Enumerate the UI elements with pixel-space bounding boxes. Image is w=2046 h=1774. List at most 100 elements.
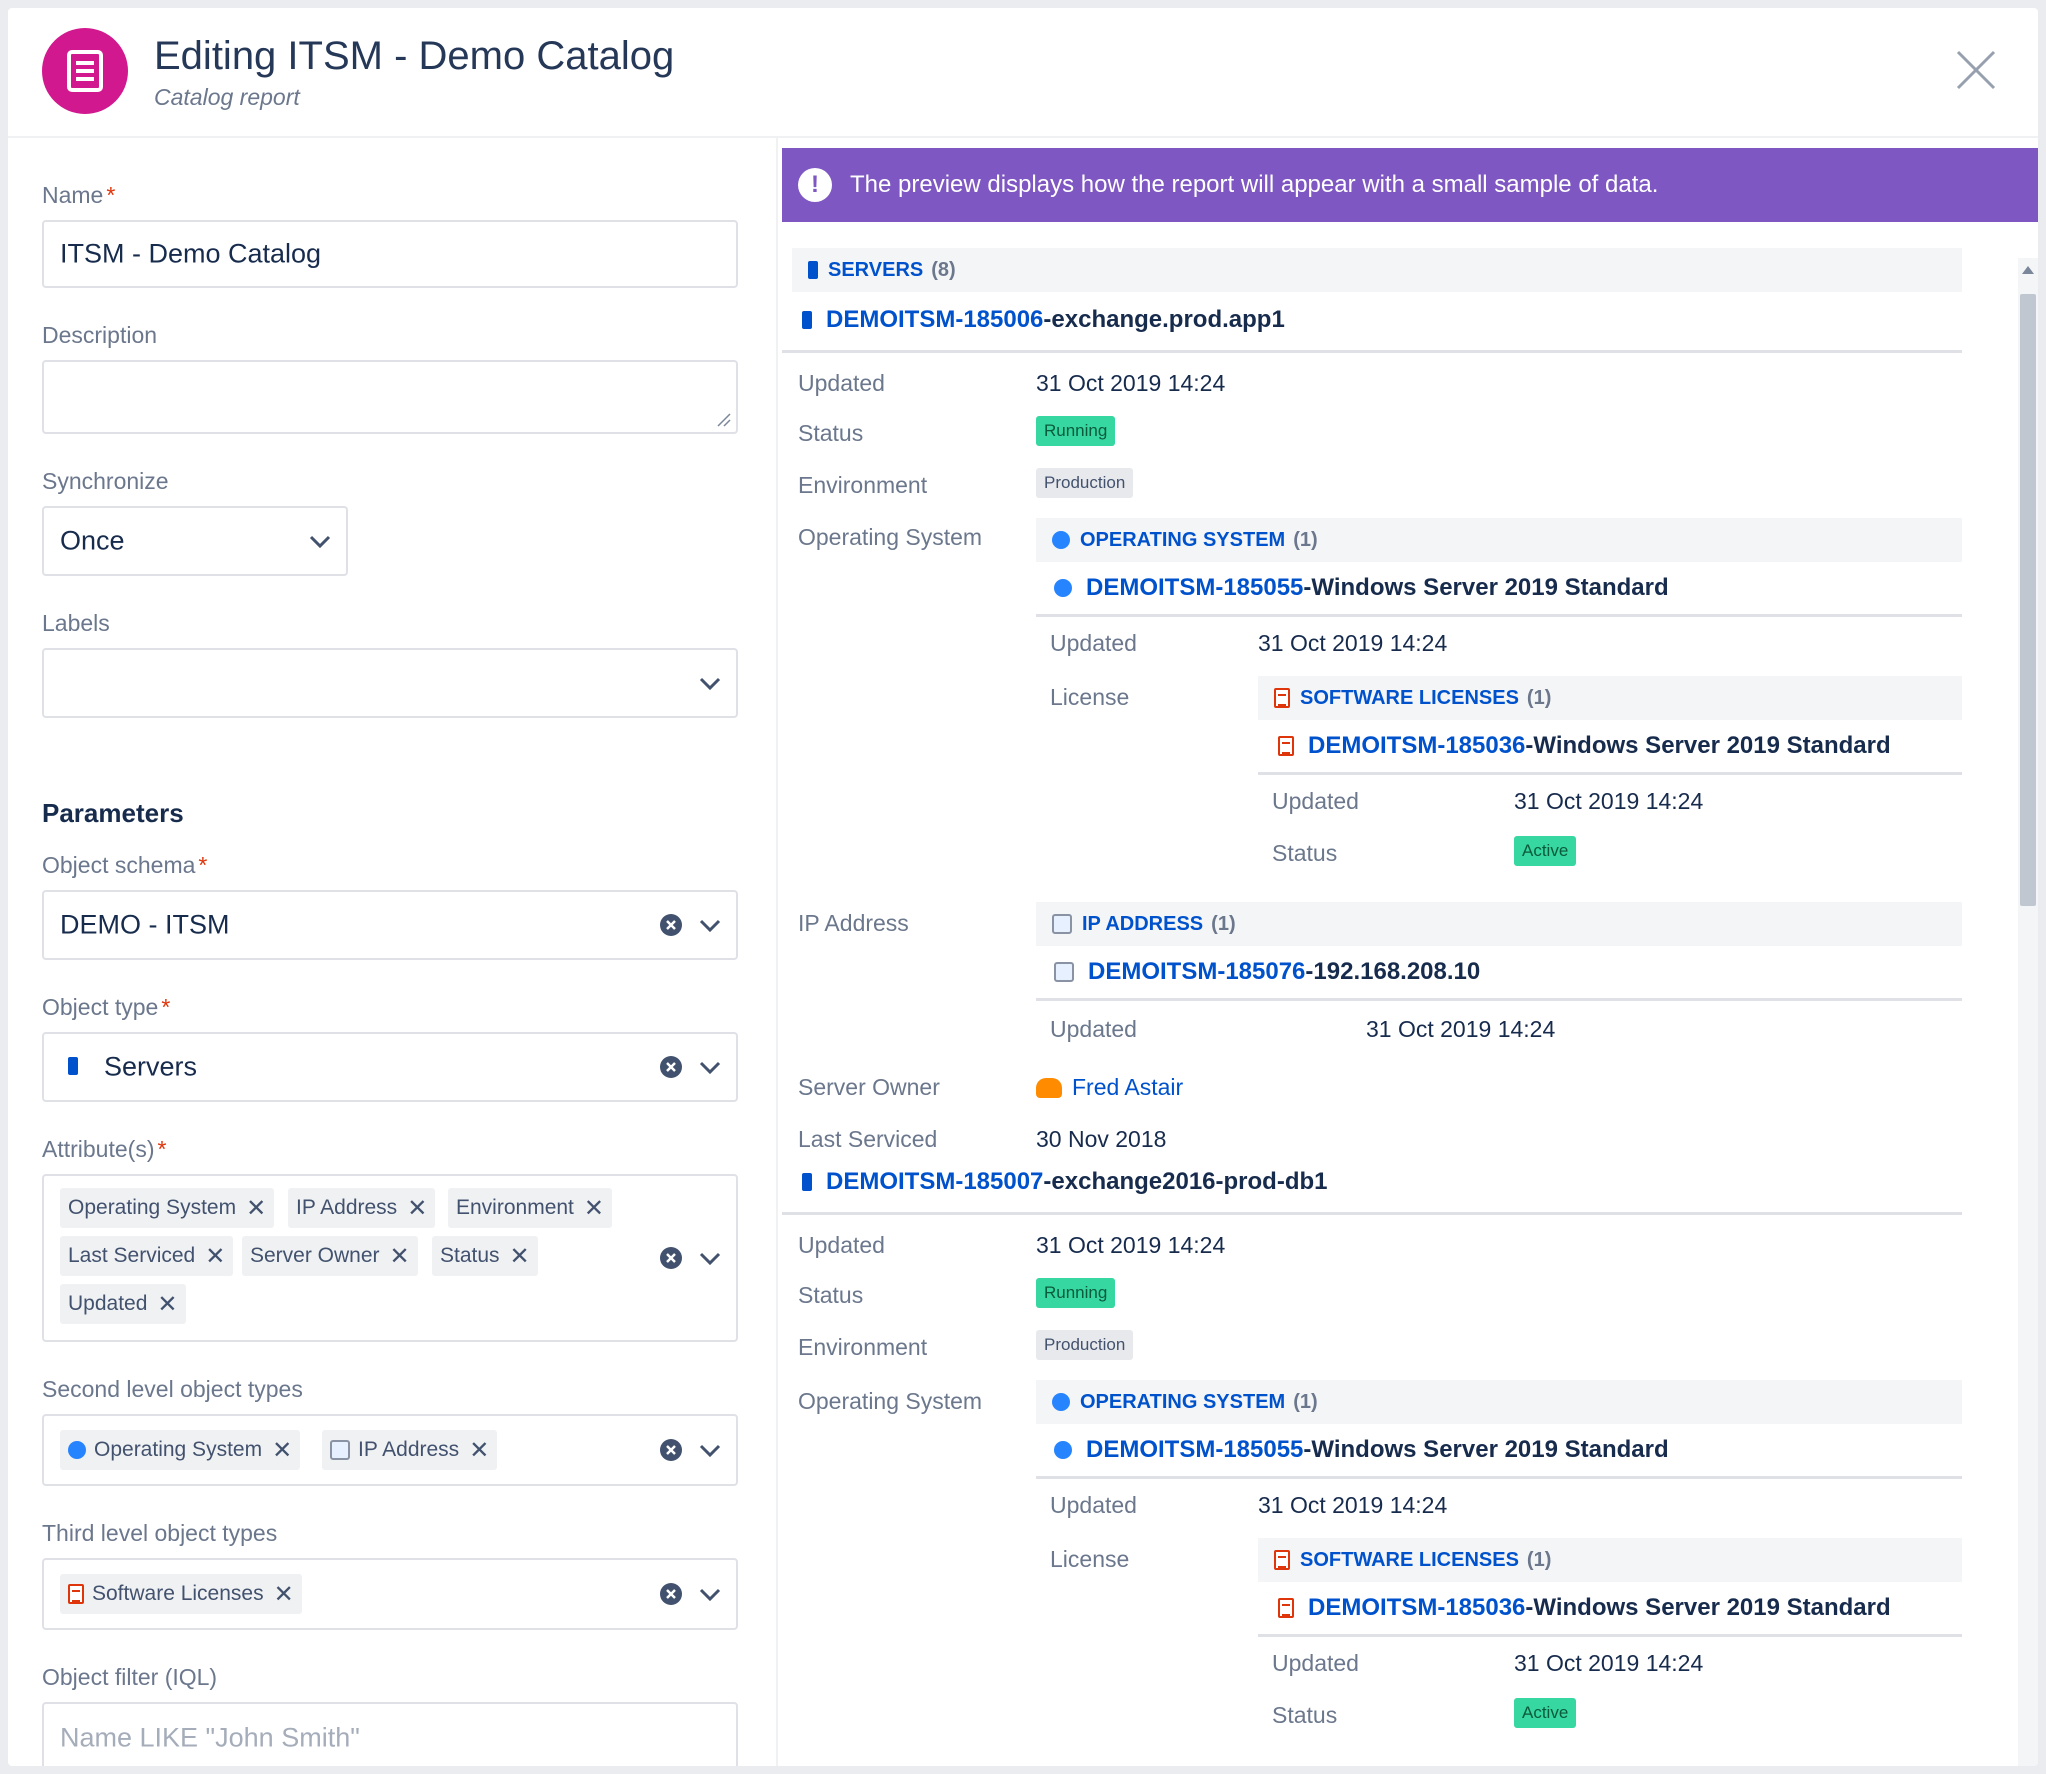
second-level-select[interactable]: Operating System ✕ IP Address ✕ bbox=[42, 1414, 738, 1486]
os-object-title[interactable]: DEMOITSM-185055 - Windows Server 2019 St… bbox=[1054, 574, 1669, 602]
attr-label: Status bbox=[798, 1282, 864, 1308]
second-level-tag: Operating System ✕ bbox=[60, 1430, 301, 1470]
status-lozenge: Running bbox=[1036, 1278, 1116, 1308]
scroll-up-icon[interactable] bbox=[2022, 266, 2034, 274]
attr-label: Operating System bbox=[798, 524, 983, 550]
object-type-select[interactable]: Servers bbox=[42, 1032, 738, 1102]
attr-label: Updated bbox=[1050, 630, 1137, 656]
object-schema-value: DEMO - ITSM bbox=[60, 909, 230, 940]
ip-icon bbox=[1052, 914, 1072, 934]
third-level-select[interactable]: Software Licenses ✕ bbox=[42, 1558, 738, 1630]
server-icon bbox=[802, 311, 812, 329]
attribute-tag: Operating System ✕ bbox=[60, 1188, 275, 1228]
divider bbox=[782, 1212, 1962, 1215]
os-icon bbox=[1054, 1441, 1072, 1459]
status-lozenge: Active bbox=[1514, 1698, 1577, 1728]
server-icon bbox=[808, 261, 818, 279]
remove-tag-icon[interactable]: ✕ bbox=[157, 1290, 177, 1319]
chevron-down-icon[interactable] bbox=[696, 1436, 724, 1464]
clear-icon[interactable] bbox=[658, 1054, 684, 1080]
chevron-down-icon bbox=[309, 535, 331, 549]
divider bbox=[1258, 1634, 1962, 1637]
license-object-title[interactable]: DEMOITSM-185036 - Windows Server 2019 St… bbox=[1278, 732, 1891, 760]
object-schema-select[interactable]: DEMO - ITSM bbox=[42, 890, 738, 960]
chevron-down-icon[interactable] bbox=[696, 1244, 724, 1272]
chevron-down-icon[interactable] bbox=[696, 1053, 724, 1081]
license-icon bbox=[1278, 1598, 1294, 1618]
attributes-select[interactable]: Operating System ✕ IP Address ✕ Environmen… bbox=[42, 1174, 738, 1342]
ip-header: IP ADDRESS (1) bbox=[1036, 902, 1962, 946]
divider bbox=[1036, 998, 1962, 1001]
divider bbox=[782, 350, 1962, 353]
close-icon[interactable] bbox=[1954, 48, 1998, 92]
description-field[interactable] bbox=[42, 360, 738, 434]
resize-handle-icon[interactable] bbox=[716, 412, 732, 428]
edit-report-dialog: Editing ITSM - Demo Catalog Catalog repo… bbox=[8, 8, 2038, 1766]
servers-header: SERVERS (8) bbox=[792, 248, 1962, 292]
clear-icon[interactable] bbox=[658, 1581, 684, 1607]
preview-scrollbar[interactable] bbox=[2018, 258, 2038, 1766]
remove-tag-icon[interactable]: ✕ bbox=[205, 1242, 225, 1271]
labels-select[interactable] bbox=[42, 648, 738, 718]
remove-tag-icon[interactable]: ✕ bbox=[584, 1194, 604, 1223]
license-icon bbox=[1278, 736, 1294, 756]
attr-label: Status bbox=[798, 420, 864, 446]
report-icon bbox=[42, 28, 128, 114]
attribute-tag: Updated ✕ bbox=[60, 1284, 186, 1324]
attr-label: IP Address bbox=[798, 910, 909, 936]
remove-tag-icon[interactable]: ✕ bbox=[390, 1242, 410, 1271]
attr-label: Environment bbox=[798, 1334, 928, 1360]
scrollbar-thumb[interactable] bbox=[2020, 294, 2036, 906]
name-field[interactable]: ITSM - Demo Catalog bbox=[42, 220, 738, 288]
attribute-tag: Environment ✕ bbox=[448, 1188, 612, 1228]
ip-object-title[interactable]: DEMOITSM-185076 - 192.168.208.10 bbox=[1054, 958, 1480, 986]
attr-value: 31 Oct 2019 14:24 bbox=[1036, 370, 1226, 396]
server-object-title[interactable]: DEMOITSM-185006 - exchange.prod.app1 bbox=[802, 306, 1285, 334]
remove-tag-icon[interactable]: ✕ bbox=[510, 1242, 530, 1271]
server-owner-value[interactable]: Fred Astair bbox=[1036, 1074, 1183, 1101]
remove-tag-icon[interactable]: ✕ bbox=[246, 1194, 266, 1223]
remove-tag-icon[interactable]: ✕ bbox=[274, 1580, 294, 1609]
status-lozenge: Running bbox=[1036, 416, 1116, 446]
third-level-label: Third level object types bbox=[42, 1520, 278, 1546]
os-object-title[interactable]: DEMOITSM-185055 - Windows Server 2019 St… bbox=[1054, 1436, 1669, 1464]
attr-value: 31 Oct 2019 14:24 bbox=[1514, 1650, 1704, 1676]
clear-icon[interactable] bbox=[658, 1245, 684, 1271]
remove-tag-icon[interactable]: ✕ bbox=[469, 1436, 489, 1465]
attr-label: Updated bbox=[1272, 788, 1359, 814]
object-type-label: Object type * bbox=[42, 994, 171, 1020]
remove-tag-icon[interactable]: ✕ bbox=[272, 1436, 292, 1465]
attr-value: 31 Oct 2019 14:24 bbox=[1258, 630, 1448, 656]
synchronize-value: Once bbox=[60, 525, 125, 556]
attr-label: Environment bbox=[798, 472, 928, 498]
synchronize-select[interactable]: Once bbox=[42, 506, 348, 576]
object-schema-label: Object schema * bbox=[42, 852, 208, 878]
chevron-down-icon[interactable] bbox=[696, 911, 724, 939]
chevron-down-icon[interactable] bbox=[696, 1580, 724, 1608]
license-icon bbox=[68, 1584, 84, 1604]
attribute-tag: Server Owner ✕ bbox=[242, 1236, 418, 1276]
os-icon bbox=[1052, 1393, 1070, 1411]
attr-value: 31 Oct 2019 14:24 bbox=[1514, 788, 1704, 814]
description-label: Description bbox=[42, 322, 158, 348]
attr-label: Status bbox=[1272, 840, 1338, 866]
labels-label: Labels bbox=[42, 610, 110, 636]
info-icon: ! bbox=[798, 168, 832, 202]
license-object-title[interactable]: DEMOITSM-185036 - Windows Server 2019 St… bbox=[1278, 1594, 1891, 1622]
banner-text: The preview displays how the report will… bbox=[850, 171, 1659, 198]
iql-input[interactable]: Name LIKE "John Smith" bbox=[42, 1702, 738, 1766]
status-lozenge: Active bbox=[1514, 836, 1577, 866]
server-icon bbox=[68, 1057, 78, 1075]
remove-tag-icon[interactable]: ✕ bbox=[407, 1194, 427, 1223]
server-object-title[interactable]: DEMOITSM-185007 - exchange2016-prod-db1 bbox=[802, 1168, 1328, 1196]
synchronize-label: Synchronize bbox=[42, 468, 169, 494]
attr-label: Operating System bbox=[798, 1388, 983, 1414]
iql-label: Object filter (IQL) bbox=[42, 1664, 218, 1690]
clear-icon[interactable] bbox=[658, 1437, 684, 1463]
divider bbox=[1036, 614, 1962, 617]
attribute-tag: IP Address ✕ bbox=[288, 1188, 436, 1228]
attr-label: Status bbox=[1272, 1702, 1338, 1728]
license-icon bbox=[1274, 1550, 1290, 1570]
dialog-title: Editing ITSM - Demo Catalog bbox=[154, 34, 675, 78]
clear-icon[interactable] bbox=[658, 912, 684, 938]
